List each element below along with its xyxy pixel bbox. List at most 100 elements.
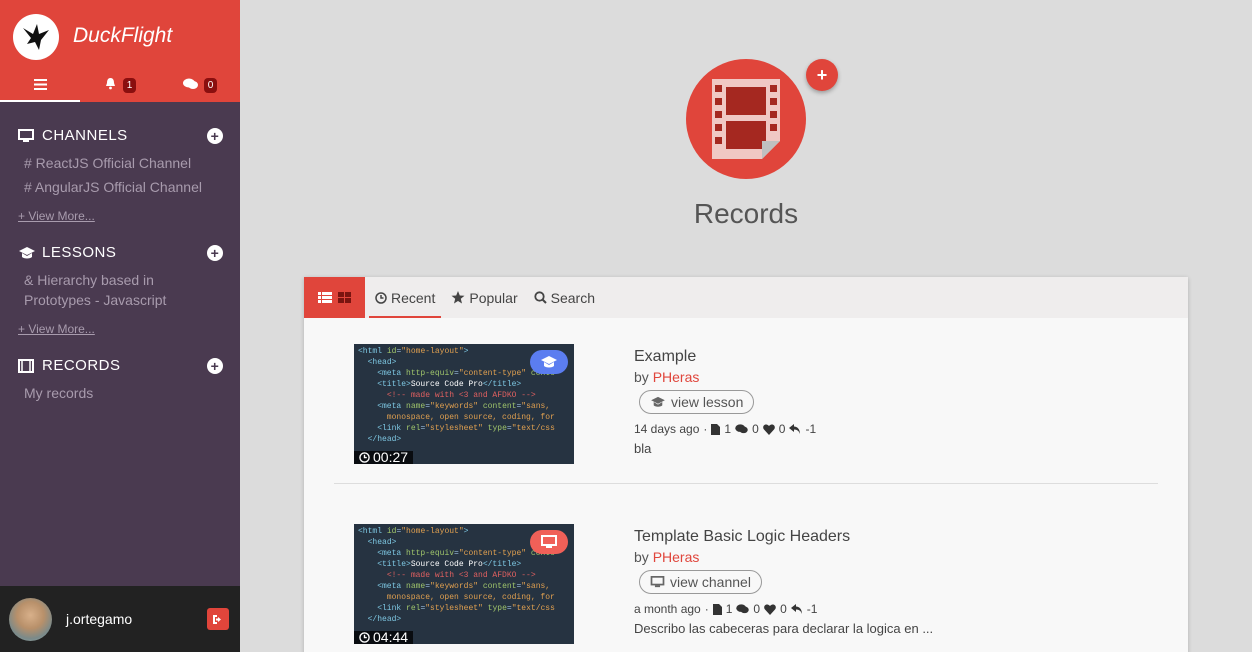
menu-icon: [33, 78, 47, 93]
record-title[interactable]: Template Basic Logic Headers: [634, 528, 933, 546]
graduation-cap-icon: [18, 246, 36, 260]
record-byline: by PHeras: [634, 549, 933, 565]
channel-type-badge: [530, 530, 568, 554]
monitor-icon: [541, 535, 557, 548]
avatar[interactable]: [9, 597, 52, 641]
brand-tabs: 1 0: [0, 68, 240, 102]
record-title[interactable]: Example: [634, 348, 816, 366]
records-panel: Recent Popular Search <html id="home-lay…: [304, 277, 1188, 652]
duck-logo-icon[interactable]: [13, 14, 59, 60]
heart-icon[interactable]: [764, 603, 776, 615]
tab-popular[interactable]: Popular: [445, 277, 523, 318]
channel-item-reactjs[interactable]: # ReactJS Official Channel: [24, 153, 223, 173]
channels-section: CHANNELS + # ReactJS Official Channel # …: [18, 127, 223, 223]
tab-search-label: Search: [550, 289, 595, 306]
lesson-item-hierarchy[interactable]: & Hierarchy based in Prototypes - Javasc…: [24, 270, 184, 310]
add-record-fab[interactable]: +: [806, 59, 838, 91]
record-thumbnail[interactable]: <html id="home-layout"> <head> <meta htt…: [354, 524, 574, 644]
channels-title: CHANNELS: [42, 127, 128, 144]
tab-messages[interactable]: 0: [160, 68, 240, 102]
clock-icon: [375, 291, 387, 304]
tab-recent[interactable]: Recent: [369, 277, 442, 318]
tab-menu[interactable]: [0, 68, 80, 102]
graduation-cap-icon: [541, 356, 557, 368]
add-record-button[interactable]: +: [207, 357, 223, 374]
graduation-cap-icon: [651, 396, 665, 407]
grid-view-icon[interactable]: [338, 292, 351, 303]
channels-view-more-link[interactable]: + View More...: [18, 209, 223, 223]
username[interactable]: j.ortegamo: [66, 611, 132, 627]
author-link[interactable]: PHeras: [653, 369, 700, 385]
monitor-icon: [18, 128, 36, 143]
channel-item-angularjs[interactable]: # AngularJS Official Channel: [24, 177, 223, 197]
record-byline: by PHeras: [634, 369, 816, 385]
film-icon: [18, 358, 36, 373]
lessons-title: LESSONS: [42, 244, 117, 261]
view-lesson-label: view lesson: [671, 394, 744, 410]
record-meta: 14 days ago · 1 0 0 -1: [634, 422, 816, 436]
bell-icon: [104, 77, 117, 93]
brand-name[interactable]: DuckFlight: [73, 24, 172, 48]
lessons-section: LESSONS + & Hierarchy based in Prototype…: [18, 244, 223, 336]
comments-icon: [736, 604, 750, 614]
tab-recent-label: Recent: [391, 289, 436, 306]
records-title: RECORDS: [42, 357, 121, 374]
comments-icon: [735, 424, 748, 434]
by-label: by: [634, 369, 649, 385]
record-info: Template Basic Logic Headers by PHeras v…: [634, 524, 933, 636]
clock-icon: [359, 452, 370, 463]
record-thumbnail[interactable]: <html id="home-layout"> <head> <meta htt…: [354, 344, 574, 464]
tab-search[interactable]: Search: [528, 277, 601, 318]
sign-out-icon: [213, 614, 221, 624]
tab-popular-label: Popular: [469, 289, 518, 306]
reply-icon[interactable]: [790, 604, 803, 614]
panel-tabs: Recent Popular Search: [304, 277, 1188, 318]
meta-separator: ·: [704, 602, 709, 616]
view-lesson-button[interactable]: view lesson: [639, 390, 755, 414]
record-info: Example by PHeras view lesson 14 days ag…: [634, 344, 816, 456]
files-count: 1: [725, 602, 733, 616]
files-count: 1: [724, 422, 732, 436]
sidebar: DuckFlight 1 0 CHANNELS + # ReactJS Offi…: [0, 0, 240, 652]
notifications-count-badge: 1: [122, 77, 137, 93]
user-bar: j.ortegamo: [0, 586, 240, 652]
list-view-icon[interactable]: [318, 292, 332, 303]
records-item-my-records[interactable]: My records: [24, 383, 223, 403]
tab-notifications[interactable]: 1: [80, 68, 160, 102]
page-title: Records: [693, 198, 799, 229]
view-channel-button[interactable]: view channel: [639, 570, 762, 594]
replies-count: -1: [806, 602, 818, 616]
lessons-view-more-link[interactable]: + View More...: [18, 322, 223, 336]
add-channel-button[interactable]: +: [207, 127, 223, 144]
reply-icon[interactable]: [789, 424, 801, 434]
star-icon: [451, 291, 465, 304]
records-header: RECORDS +: [18, 357, 223, 374]
duration-text: 04:44: [373, 629, 409, 644]
file-icon: [712, 603, 722, 615]
likes-count: 0: [778, 422, 786, 436]
replies-count: -1: [805, 422, 817, 436]
heart-icon[interactable]: [762, 423, 775, 435]
author-link[interactable]: PHeras: [653, 549, 700, 565]
duration-label: 00:27: [354, 449, 414, 464]
add-lesson-button[interactable]: +: [207, 244, 223, 261]
record-description: Describo las cabeceras para declarar la …: [634, 621, 934, 636]
messages-count-badge: 0: [203, 77, 218, 93]
search-icon: [534, 291, 547, 304]
monitor-icon: [650, 576, 665, 588]
likes-count: 0: [780, 602, 787, 616]
view-toggle: [304, 277, 365, 318]
lessons-header: LESSONS +: [18, 244, 223, 261]
comments-count: 0: [752, 422, 759, 436]
meta-separator: ·: [703, 422, 708, 436]
clock-icon: [359, 632, 370, 643]
record-time: a month ago: [634, 602, 701, 616]
records-section: RECORDS + My records: [18, 357, 223, 403]
duration-label: 04:44: [354, 629, 414, 644]
lesson-type-badge: [530, 350, 568, 374]
brand-header: DuckFlight 1 0: [0, 0, 240, 102]
duration-text: 00:27: [373, 449, 409, 464]
comments-icon: [182, 78, 198, 93]
logout-button[interactable]: [207, 608, 229, 630]
channels-header: CHANNELS +: [18, 127, 223, 144]
